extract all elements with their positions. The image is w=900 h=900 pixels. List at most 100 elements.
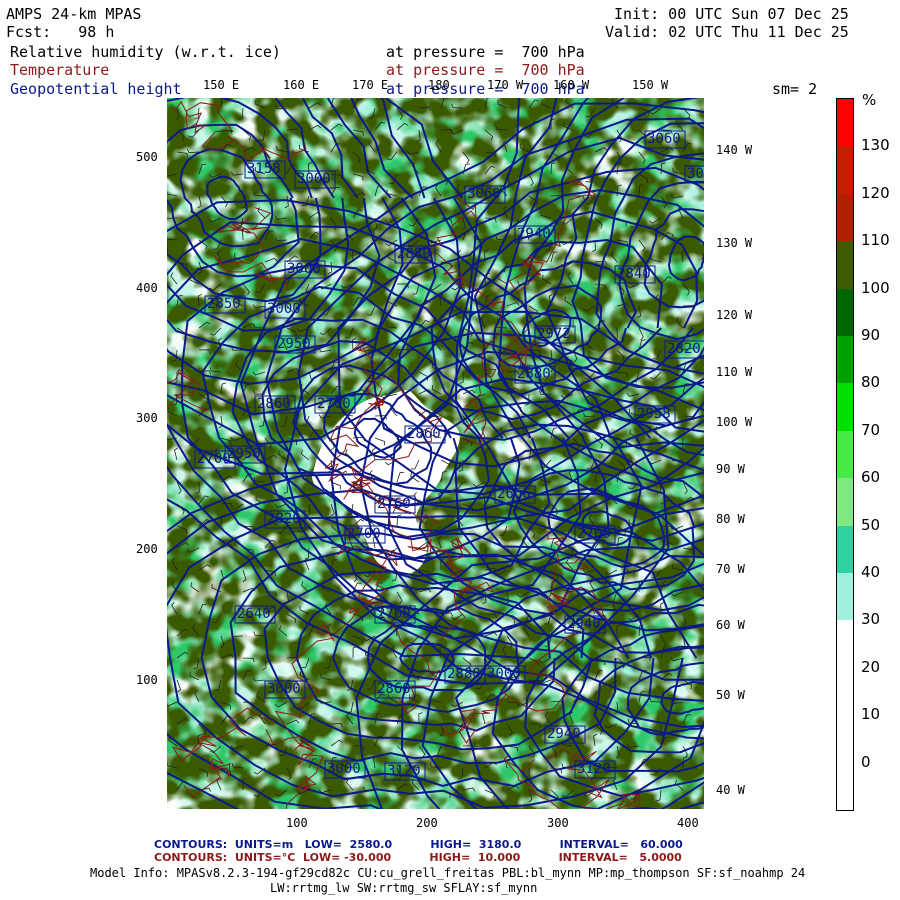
colorbar-label: 80 [861, 373, 881, 392]
lon-label-right: 110 W [716, 365, 753, 379]
height-label: 2880 [397, 246, 431, 262]
colorbar-segment [837, 146, 853, 195]
colorbar-segment [837, 241, 853, 290]
colorbar-label: 90 [861, 326, 881, 344]
lon-label-top: 170 W [487, 78, 524, 92]
field-rh-name: Relative humidity (w.r.t. ice) [10, 43, 281, 61]
height-label: 3000 [287, 261, 321, 277]
height-label: 2666 [497, 486, 531, 502]
field-temp-level: at pressure = 700 hPa [386, 61, 585, 79]
colorbar-label: 60 [861, 468, 881, 487]
height-label: 3000 [687, 166, 704, 182]
forecast-hour: Fcst: 98 h [6, 23, 115, 41]
height-label: 2840 [617, 266, 651, 282]
colorbar-segment [837, 715, 853, 764]
colorbar-label: 20 [861, 657, 881, 676]
colorbar-segment [837, 336, 853, 384]
lon-label-right: 70 W [716, 562, 745, 576]
x-tick-label: 100 [286, 816, 308, 830]
height-label: 2860 [407, 426, 441, 442]
lon-label-right: 60 W [716, 618, 745, 632]
height-label: 2940 [547, 726, 581, 742]
y-tick-label: 200 [136, 542, 158, 556]
lon-label-right: 40 W [716, 783, 745, 797]
height-label: 3158 [247, 161, 281, 177]
valid-time: Valid: 02 UTC Thu 11 Dec 25 [605, 23, 849, 41]
model-info-line1: Model Info: MPASv8.2.3-194-gf29cd82c CU:… [90, 866, 806, 880]
init-time: Init: 00 UTC Sun 07 Dec 25 [614, 5, 849, 23]
x-tick-label: 300 [547, 816, 569, 830]
smoothing-label: sm= 2 [772, 80, 818, 98]
height-label: 2860 [377, 681, 411, 697]
height-label: 2820 [267, 511, 301, 527]
model-info-line2: LW:rrtmg_lw SW:rrtmg_sw SFLAY:sf_mynn [270, 881, 538, 895]
temperature-contour-info: CONTOURS: UNITS=°C LOW= -30.000 HIGH= 10… [154, 851, 682, 864]
colorbar-label: 50 [861, 515, 881, 534]
y-tick-label: 300 [136, 411, 158, 425]
height-label: 2700 [577, 526, 611, 542]
lon-label-top: 170 E [352, 78, 389, 92]
colorbar-label: 100 [861, 278, 890, 297]
y-tick-label: 400 [136, 281, 158, 295]
y-tick-label: 500 [136, 150, 158, 164]
colorbar-label: 120 [861, 183, 890, 202]
colorbar-label: 0 [861, 752, 871, 771]
height-contour-info: CONTOURS: UNITS=m LOW= 2580.0 HIGH= 3180… [154, 838, 683, 851]
height-label: 2850 [207, 296, 241, 312]
lon-label-top: 160 W [553, 78, 590, 92]
height-label: 2700 [197, 451, 231, 467]
lon-label-right: 130 W [716, 236, 753, 250]
height-label: 2820 [667, 341, 701, 357]
field-temp-name: Temperature [10, 61, 110, 79]
height-label: 2760 [377, 496, 411, 512]
height-label: 2700 [317, 396, 351, 412]
weather-map-panel: 3158 3000 3060 2940 3000 2880 2850 3000 3060 3000… [167, 98, 704, 809]
field-rh-level: at pressure = 700 hPa [386, 43, 585, 61]
height-label: 3060 [467, 186, 501, 202]
weather-map: 3158 3000 3060 2940 3000 2880 2850 3000 3060 3000… [167, 98, 704, 809]
height-label: 3000 [327, 761, 361, 777]
colorbar-unit: % [862, 91, 877, 109]
colorbar-label: 110 [861, 231, 890, 250]
height-label: 2880 [517, 366, 551, 382]
height-label: 3120 [387, 763, 421, 779]
height-label: 2880 [447, 666, 481, 682]
height-label: 3000 [267, 681, 301, 697]
lon-label-top: 180 [428, 78, 450, 92]
lon-label-right: 90 W [716, 462, 745, 476]
height-label: 2958 [637, 406, 671, 422]
y-tick-label: 100 [136, 673, 158, 687]
height-label: 2940 [517, 226, 551, 242]
colorbar-segment [837, 193, 853, 242]
lon-label-top: 150 E [203, 78, 240, 92]
colorbar-segment [837, 288, 853, 337]
colorbar-label: 10 [861, 705, 881, 724]
lon-label-right: 140 W [716, 143, 753, 157]
height-label: 3000 [297, 171, 331, 187]
field-height-name: Geopotential height [10, 80, 182, 98]
colorbar-label: 30 [861, 610, 881, 629]
height-label: 2950 [277, 336, 311, 352]
lon-label-top: 160 E [283, 78, 320, 92]
lon-label-top: 150 W [632, 78, 669, 92]
height-label: 2700 [347, 526, 381, 542]
height-label: 2940 [567, 616, 601, 632]
colorbar-segment [837, 430, 853, 479]
colorbar-segment [837, 478, 853, 527]
colorbar-segment [837, 762, 853, 811]
colorbar-segment [837, 383, 853, 432]
colorbar-segment [837, 525, 853, 574]
colorbar-segment [837, 573, 853, 621]
colorbar-segment [837, 667, 853, 716]
lon-label-right: 50 W [716, 688, 745, 702]
colorbar-label: 130 [861, 136, 890, 155]
colorbar-label: 40 [861, 563, 881, 581]
height-label: 3060 [647, 131, 681, 147]
product-title: AMPS 24-km MPAS [6, 5, 142, 23]
lon-label-right: 100 W [716, 415, 753, 429]
colorbar-segment [837, 99, 853, 147]
height-label: 2972 [537, 326, 571, 342]
height-label: 3000 [487, 666, 521, 682]
height-label: 3120 [577, 761, 611, 777]
lon-label-right: 120 W [716, 308, 753, 322]
